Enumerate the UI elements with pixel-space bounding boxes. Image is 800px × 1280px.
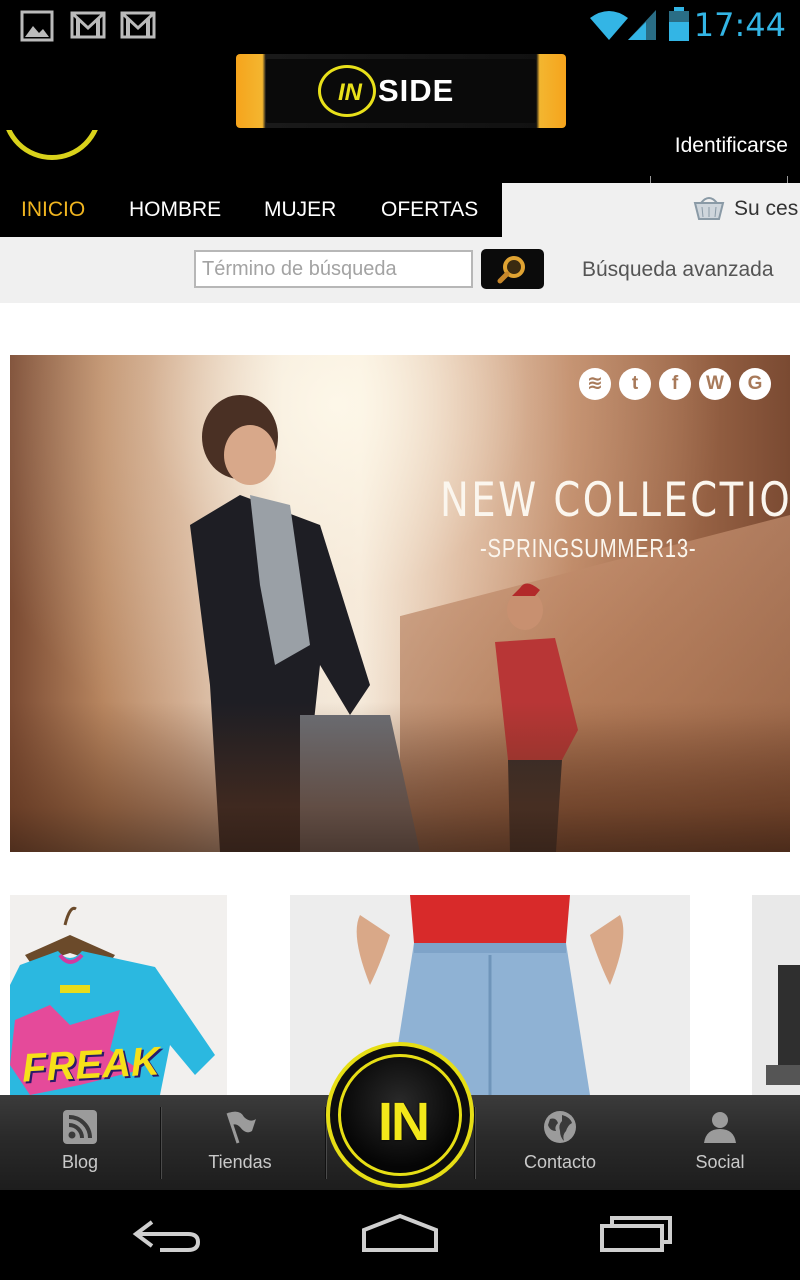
product-card[interactable] [752, 895, 800, 1095]
back-icon[interactable] [130, 1212, 204, 1256]
gmail-icon [70, 11, 106, 39]
login-link[interactable]: Identificarse [675, 134, 788, 158]
signal-icon [628, 10, 656, 40]
product-image [766, 965, 800, 1085]
advanced-search-link[interactable]: Búsqueda avanzada [582, 258, 774, 282]
status-bar: 17:44 [0, 0, 800, 50]
wordpress-icon[interactable]: W [699, 368, 731, 400]
product-card[interactable]: FREAK [10, 895, 227, 1095]
search-button[interactable] [481, 249, 544, 289]
search-input[interactable] [194, 250, 473, 288]
divider [650, 176, 651, 183]
shirt-print-text: FREAK [20, 1039, 161, 1091]
image-icon [20, 10, 54, 42]
site-logo-ring [2, 130, 102, 160]
app-header: IN SIDE [0, 50, 800, 130]
rss-icon [63, 1110, 97, 1144]
tab-social[interactable]: Social [640, 1095, 800, 1190]
divider [787, 176, 788, 183]
site-header: Identificarse [0, 130, 800, 183]
hero-title: NEW COLLECTION [440, 473, 790, 528]
facebook-icon[interactable]: f [659, 368, 691, 400]
globe-icon [544, 1111, 576, 1143]
battery-icon [669, 7, 689, 41]
nav-ofertas[interactable]: OFERTAS [381, 198, 478, 222]
hero-subtitle: -SPRINGSUMMER13- [480, 533, 697, 563]
twitter-icon[interactable]: t [619, 368, 651, 400]
main-nav: INICIO HOMBRE MUJER OFERTAS Su ces [0, 183, 800, 237]
nav-mujer[interactable]: MUJER [264, 198, 336, 222]
spotify-icon[interactable]: ≋ [579, 368, 611, 400]
hero-banner[interactable]: ≋ t f W G NEW COLLECTION -SPRINGSUMMER13… [10, 355, 790, 852]
search-icon [497, 256, 525, 284]
nav-inicio[interactable]: INICIO [21, 198, 85, 222]
system-navigation-bar [0, 1190, 800, 1280]
wifi-icon [590, 11, 628, 40]
person-icon [704, 1112, 736, 1143]
page-content: ≋ t f W G NEW COLLECTION -SPRINGSUMMER13… [0, 303, 800, 1095]
tab-blog[interactable]: Blog [0, 1095, 160, 1190]
home-icon[interactable] [360, 1212, 440, 1256]
gmail-icon [120, 11, 156, 39]
logo-ring: IN [318, 65, 376, 117]
cart-link[interactable]: Su ces [734, 197, 798, 221]
search-bar: Búsqueda avanzada [0, 237, 800, 303]
cart-icon[interactable] [692, 195, 726, 221]
tab-contacto[interactable]: Contacto [480, 1095, 640, 1190]
recent-apps-icon[interactable] [598, 1214, 674, 1254]
logo-text: SIDE [378, 73, 455, 108]
center-logo-text: IN [378, 1092, 430, 1152]
nav-hombre[interactable]: HOMBRE [129, 198, 221, 222]
inside-home-button[interactable]: IN [326, 1042, 474, 1188]
clock: 17:44 [693, 6, 786, 44]
flag-icon [226, 1111, 256, 1144]
tab-tiendas[interactable]: Tiendas [160, 1095, 320, 1190]
google-icon[interactable]: G [739, 368, 771, 400]
inside-logo[interactable]: IN SIDE [236, 54, 566, 128]
